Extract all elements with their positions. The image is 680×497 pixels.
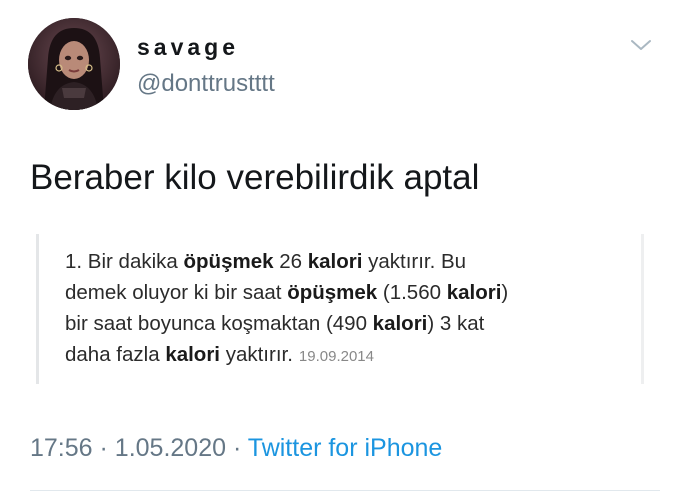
divider (30, 490, 660, 491)
display-name[interactable]: savage (137, 34, 239, 61)
tweet-time[interactable]: 17:56 (30, 434, 93, 462)
profile-avatar-icon (28, 18, 120, 110)
meta-separator: · (232, 434, 242, 462)
avatar[interactable] (28, 18, 120, 110)
tweet-meta: 17:56 · 1.05.2020 · Twitter for iPhone (30, 434, 442, 463)
quoted-text: 1. Bir dakika öpüşmek 26 kalori yaktırır… (65, 246, 635, 372)
meta-separator: · (99, 434, 108, 462)
tweet-date[interactable]: 1.05.2020 (115, 434, 226, 462)
tweet-source-link[interactable]: Twitter for iPhone (248, 434, 443, 462)
quoted-image-card: 1. Bir dakika öpüşmek 26 kalori yaktırır… (36, 234, 644, 384)
quote-line-3: bir saat boyunca koşmaktan (490 kalori) … (65, 312, 485, 335)
quote-line-2: demek oluyor ki bir saat öpüşmek (1.560 … (65, 281, 509, 304)
quote-line-4: daha fazla kalori yaktırır. 19.09.2014 (65, 343, 374, 366)
user-handle[interactable]: @donttrustttt (137, 70, 275, 98)
quote-date: 19.09.2014 (298, 348, 374, 365)
tweet-text: Beraber kilo verebilirdik aptal (30, 158, 480, 197)
tweet: savage @donttrustttt Beraber kilo verebi… (0, 0, 680, 497)
chevron-down-icon[interactable] (628, 36, 654, 54)
quote-line-1: 1. Bir dakika öpüşmek 26 kalori yaktırır… (65, 250, 467, 273)
